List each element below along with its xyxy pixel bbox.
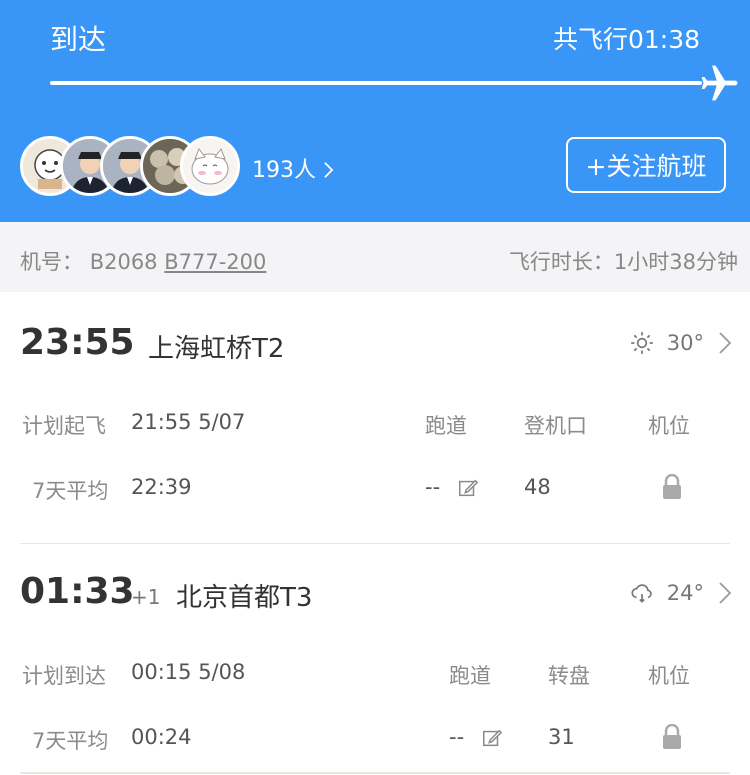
aircraft-info: 机号： B2068 B777-200 xyxy=(20,246,266,276)
gate-header: 登机口 xyxy=(524,414,587,438)
avg-arrival-value: 00:24 xyxy=(131,725,192,749)
scheduled-arrival-label: 计划到达 xyxy=(22,664,106,688)
edit-icon[interactable] xyxy=(457,477,479,499)
carousel-header: 转盘 xyxy=(548,664,590,688)
runway-header: 跑道 xyxy=(449,664,491,688)
departure-temperature: 30° xyxy=(666,331,704,355)
follower-avatars[interactable] xyxy=(20,136,250,196)
arrival-temperature: 24° xyxy=(666,581,704,605)
avatar xyxy=(180,136,240,196)
section-divider xyxy=(20,772,730,774)
cloud-rain-icon xyxy=(631,584,652,603)
chevron-right-icon xyxy=(719,332,732,354)
section-divider xyxy=(20,543,730,544)
departure-weather[interactable]: 30° xyxy=(629,330,732,356)
departure-actual-time: 23:55 xyxy=(20,322,135,363)
follow-flight-button[interactable]: +关注航班 xyxy=(566,137,726,193)
registration-label: 机号： xyxy=(20,250,83,274)
airplane-icon xyxy=(701,65,738,101)
avg-departure-label: 7天平均 xyxy=(32,479,109,503)
flight-status: 到达 xyxy=(50,23,107,56)
stand-header: 机位 xyxy=(648,414,690,438)
chevron-right-icon xyxy=(324,162,334,178)
aircraft-model-link[interactable]: B777-200 xyxy=(164,250,266,274)
flight-duration: 飞行时长：1小时38分钟 xyxy=(509,246,738,276)
flight-progress-bar xyxy=(50,81,702,85)
total-flight-time: 共飞行01:38 xyxy=(552,25,700,54)
chevron-right-icon xyxy=(719,582,732,604)
departure-gate-value: 48 xyxy=(524,475,551,499)
edit-icon[interactable] xyxy=(481,727,503,749)
arrival-carousel-value: 31 xyxy=(548,725,575,749)
runway-header: 跑道 xyxy=(425,414,467,438)
avg-arrival-label: 7天平均 xyxy=(32,729,109,753)
follower-count-link[interactable]: 193人 xyxy=(252,152,334,184)
avg-departure-value: 22:39 xyxy=(131,475,192,499)
follower-count: 193人 xyxy=(252,158,316,183)
departure-runway-value: -- xyxy=(425,475,441,499)
duration-value: 1小时38分钟 xyxy=(613,250,738,274)
sun-icon xyxy=(630,332,653,354)
registration-number: B2068 xyxy=(89,250,158,274)
duration-label: 飞行时长： xyxy=(508,250,614,274)
stand-header: 机位 xyxy=(648,664,690,688)
arrival-runway-value: -- xyxy=(449,725,465,749)
arrival-day-offset: +1 xyxy=(131,585,161,609)
arrival-weather[interactable]: 24° xyxy=(629,580,732,606)
scheduled-departure-value: 21:55 5/07 xyxy=(131,410,246,434)
lock-icon[interactable] xyxy=(661,724,683,750)
arrival-airport: 北京首都T3 xyxy=(176,583,313,613)
departure-airport: 上海虹桥T2 xyxy=(148,334,285,364)
scheduled-departure-label: 计划起飞 xyxy=(22,414,106,438)
scheduled-arrival-value: 00:15 5/08 xyxy=(131,660,246,684)
arrival-actual-time: 01:33 xyxy=(20,571,135,612)
lock-icon[interactable] xyxy=(661,474,683,500)
